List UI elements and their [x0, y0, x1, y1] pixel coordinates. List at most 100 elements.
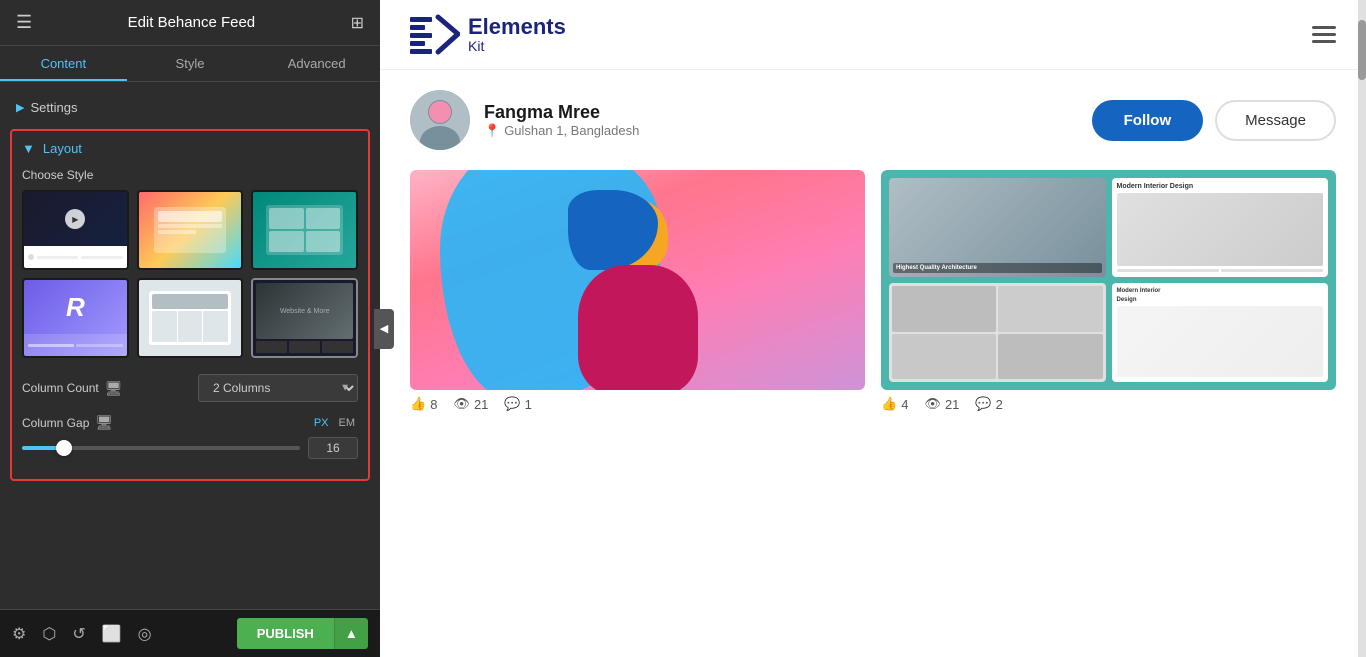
settings-arrow-icon: ▶ [16, 101, 24, 114]
comments-stat-1: 💬 1 [504, 396, 531, 412]
publish-group: PUBLISH ▲ [237, 618, 368, 649]
feed-item-2: Highest Quality Architecture Modern Inte… [881, 170, 1336, 418]
panel-title: Edit Behance Feed [128, 14, 256, 31]
settings-label: Settings [30, 100, 77, 115]
feed-item-1: 👍 8 👁 21 💬 1 [410, 170, 865, 418]
tab-advanced[interactable]: Advanced [253, 46, 380, 81]
views-icon-1: 👁 [453, 396, 470, 412]
comments-stat-2: 💬 2 [975, 396, 1002, 412]
feed-area: Fangma Mree 📍 Gulshan 1, Bangladesh Foll… [380, 70, 1366, 657]
avatar-image [410, 90, 470, 150]
logo-sub: Kit [468, 38, 566, 54]
panel-tabs: Content Style Advanced [0, 46, 380, 82]
location-text: Gulshan 1, Bangladesh [504, 123, 639, 138]
style-card-3[interactable] [251, 190, 358, 270]
scroll-thumb[interactable] [1358, 20, 1366, 80]
views-count-1: 21 [474, 397, 488, 412]
column-count-text: Column Count [22, 381, 99, 395]
style-card-2[interactable] [137, 190, 244, 270]
history-icon[interactable]: ↺ [72, 624, 85, 644]
profile-actions: Follow Message [1092, 100, 1336, 141]
layout-section: ▼ Layout Choose Style ▶ [10, 129, 370, 481]
column-count-select[interactable]: 2 Columns 1 Column 3 Columns 4 Columns [198, 374, 358, 402]
column-count-select-wrapper: 2 Columns 1 Column 3 Columns 4 Columns [198, 374, 358, 402]
em-button[interactable]: EM [336, 416, 359, 430]
tab-content[interactable]: Content [0, 46, 127, 81]
hamburger-line-1 [1312, 26, 1336, 29]
comments-count-1: 1 [525, 397, 532, 412]
column-gap-label: Column Gap 🖥 [22, 414, 113, 431]
follow-button[interactable]: Follow [1092, 100, 1204, 141]
feed-grid: 👍 8 👁 21 💬 1 [410, 170, 1336, 418]
panel-collapse-arrow[interactable]: ◀ [374, 309, 394, 349]
hamburger-line-2 [1312, 33, 1336, 36]
panel-header: ☰ Edit Behance Feed ⊞ [0, 0, 380, 46]
px-button[interactable]: PX [311, 416, 332, 430]
style-card-1[interactable]: ▶ [22, 190, 129, 270]
views-icon-2: 👁 [924, 396, 941, 412]
eye-icon[interactable]: ◎ [138, 624, 152, 644]
left-panel: ☰ Edit Behance Feed ⊞ Content Style Adva… [0, 0, 380, 657]
publish-arrow-button[interactable]: ▲ [334, 618, 368, 649]
site-header: Elements Kit [380, 0, 1366, 70]
views-count-2: 21 [945, 397, 959, 412]
responsive-icon[interactable]: ⬜ [102, 624, 122, 644]
slider-value-input[interactable] [308, 437, 358, 459]
column-gap-slider[interactable] [22, 446, 300, 450]
logo-svg [410, 12, 460, 57]
hamburger-icon[interactable] [1312, 26, 1336, 43]
profile-info: Fangma Mree 📍 Gulshan 1, Bangladesh [484, 102, 1078, 139]
slider-row [22, 437, 358, 459]
profile-name: Fangma Mree [484, 102, 1078, 123]
column-gap-row: Column Gap 🖥 PX EM [22, 414, 358, 459]
panel-content: ▶ Settings ▼ Layout Choose Style ▶ [0, 82, 380, 609]
likes-stat-2: 👍 4 [881, 396, 908, 412]
views-stat-1: 👁 21 [453, 396, 488, 412]
grid-icon[interactable]: ⊞ [351, 13, 364, 33]
likes-count-1: 8 [430, 397, 437, 412]
settings-icon[interactable]: ⚙ [12, 624, 26, 644]
feed-stats-1: 👍 8 👁 21 💬 1 [410, 390, 865, 418]
tab-style[interactable]: Style [127, 46, 254, 81]
logo-area: Elements Kit [410, 12, 566, 57]
gap-label-row: Column Gap 🖥 PX EM [22, 414, 358, 431]
likes-icon-1: 👍 [410, 396, 426, 412]
layout-label: Layout [43, 141, 82, 156]
px-em-toggle: PX EM [311, 416, 358, 430]
style-card-4[interactable]: R [22, 278, 129, 358]
right-panel: Elements Kit Fangma Mree [380, 0, 1366, 657]
footer-icons: ⚙ ⬡ ↺ ⬜ ◎ [12, 624, 152, 644]
logo-name: Elements [468, 16, 566, 38]
profile-row: Fangma Mree 📍 Gulshan 1, Bangladesh Foll… [410, 90, 1336, 150]
settings-section[interactable]: ▶ Settings [10, 92, 370, 123]
gap-monitor-icon: 🖥 [95, 414, 113, 431]
choose-style-label: Choose Style [22, 168, 358, 182]
column-count-row: Column Count 🖥 2 Columns 1 Column 3 Colu… [22, 374, 358, 402]
hamburger-menu-icon[interactable]: ☰ [16, 12, 32, 33]
likes-icon-2: 👍 [881, 396, 897, 412]
avatar [410, 90, 470, 150]
layers-icon[interactable]: ⬡ [42, 624, 56, 644]
publish-button[interactable]: PUBLISH [237, 618, 334, 649]
scrollbar[interactable] [1358, 0, 1366, 657]
comments-count-2: 2 [996, 397, 1003, 412]
likes-count-2: 4 [901, 397, 908, 412]
views-stat-2: 👁 21 [924, 396, 959, 412]
hamburger-line-3 [1312, 40, 1336, 43]
style-card-5[interactable] [137, 278, 244, 358]
column-gap-text: Column Gap [22, 416, 89, 430]
feed-stats-2: 👍 4 👁 21 💬 2 [881, 390, 1336, 418]
message-button[interactable]: Message [1215, 100, 1336, 141]
style-card-6[interactable]: Website & More [251, 278, 358, 358]
comments-icon-1: 💬 [504, 396, 520, 412]
location-pin-icon: 📍 [484, 123, 500, 139]
monitor-icon: 🖥 [105, 380, 123, 397]
comments-icon-2: 💬 [975, 396, 991, 412]
style-grid: ▶ [22, 190, 358, 358]
layout-collapse-icon: ▼ [22, 141, 35, 156]
layout-header[interactable]: ▼ Layout [22, 141, 358, 156]
slider-thumb[interactable] [56, 440, 72, 456]
logo-text: Elements Kit [468, 16, 566, 54]
column-count-label: Column Count 🖥 [22, 380, 123, 397]
profile-location: 📍 Gulshan 1, Bangladesh [484, 123, 1078, 139]
